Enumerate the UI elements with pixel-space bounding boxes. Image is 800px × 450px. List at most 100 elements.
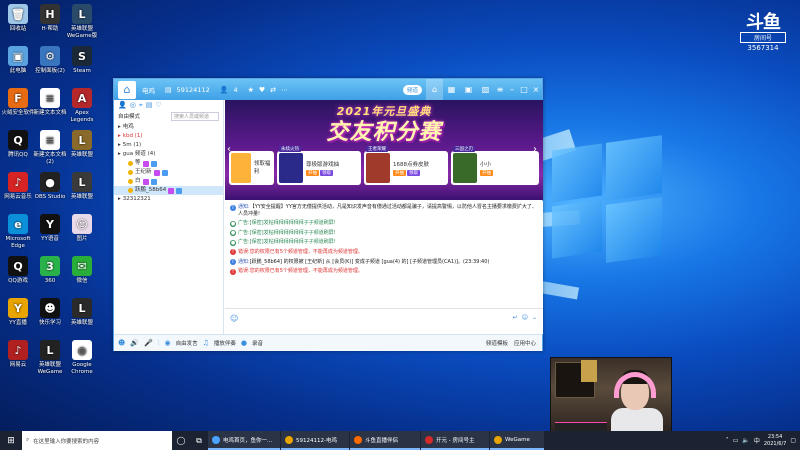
tray-up-icon[interactable]: ˄: [726, 437, 729, 444]
tree-item[interactable]: ▸ 32312321: [114, 195, 223, 204]
card-button-primary[interactable]: 开抽: [393, 170, 406, 176]
heart-outline-icon[interactable]: ♡: [155, 101, 161, 109]
desktop-icon[interactable]: ☻ 快乐学习: [32, 298, 68, 327]
taskbar-app[interactable]: WeGame: [490, 431, 544, 450]
desktop-icon[interactable]: ✉ 微信: [64, 256, 100, 285]
task-view-icon[interactable]: ◯: [172, 431, 190, 450]
desktop-icon[interactable]: A Apex Legends: [64, 88, 100, 124]
emoji-picker-icon[interactable]: ☺: [522, 314, 528, 321]
desktop-icon[interactable]: ≡ 新建文本文档(2): [32, 130, 68, 166]
desktop-icon[interactable]: L 英雄联盟: [64, 172, 100, 201]
expand-icon[interactable]: ▸: [118, 151, 121, 158]
grid-tab-icon[interactable]: ▧: [477, 79, 494, 100]
desktop-icon[interactable]: F 火绒安全软件: [0, 88, 36, 117]
clock[interactable]: 23:54 2021/6/7: [764, 434, 786, 448]
card-button-secondary[interactable]: 领取: [407, 170, 420, 176]
tree-search-input[interactable]: 搜索人员或频道: [171, 112, 219, 121]
star-icon[interactable]: ★: [248, 86, 254, 94]
desktop-icon[interactable]: ♪ 网易云: [0, 340, 36, 369]
notification-icon[interactable]: ▢: [790, 437, 796, 444]
channel-pill[interactable]: 频道: [402, 84, 422, 95]
network-icon[interactable]: ▭: [733, 437, 739, 444]
app-center-button[interactable]: 应用中心: [514, 339, 536, 347]
tree-item[interactable]: 白: [114, 177, 223, 186]
desktop-icon[interactable]: e Microsoft Edge: [0, 214, 36, 250]
desktop-icon[interactable]: H H·帮助: [32, 4, 68, 33]
desktop-icon[interactable]: ⚙ 控制面板(2): [32, 46, 68, 75]
taskbar-search[interactable]: ⌕ 在这里输入你要搜索的内容: [22, 431, 172, 450]
desktop-icon[interactable]: L 英雄联盟: [64, 130, 100, 159]
desktop-icon[interactable]: Y YY语音: [32, 214, 68, 243]
promo-card[interactable]: 三国之刃 小小 开抽: [451, 146, 539, 185]
broadcast-label[interactable]: 播放伴奏: [214, 339, 236, 347]
promo-card[interactable]: 领取福利: [229, 151, 274, 185]
start-button[interactable]: ⊞: [0, 431, 22, 450]
tree-item[interactable]: ▸ kbd (1): [114, 132, 223, 141]
group-icon[interactable]: ◎: [130, 101, 136, 109]
avatar-icon[interactable]: ☻: [118, 339, 125, 347]
expand-icon[interactable]: ▸: [118, 142, 121, 149]
apps-tab-icon[interactable]: ▣: [460, 79, 477, 100]
desktop-icon[interactable]: 3 360: [32, 256, 68, 285]
desktop-icon[interactable]: ♪ 网易云音乐: [0, 172, 36, 201]
mode-select[interactable]: 自由模式: [118, 112, 140, 121]
emoji-icon[interactable]: ☺: [230, 314, 238, 323]
gift-tab-icon[interactable]: ▦: [443, 79, 460, 100]
more-icon[interactable]: ⋯: [281, 86, 288, 94]
taskbar-app[interactable]: 斗鱼直播伴侣: [350, 431, 420, 450]
taskbar-app[interactable]: 电鸡首页，鱼你一...: [208, 431, 280, 450]
minimize-icon[interactable]: –: [506, 85, 518, 94]
taskbar-app[interactable]: 开元 - 房间号主: [421, 431, 489, 450]
desktop-icon[interactable]: ◉ Google Chrome: [64, 340, 100, 376]
dropdown-icon[interactable]: ⌄: [532, 314, 537, 321]
menu-icon[interactable]: ≡: [494, 85, 506, 94]
close-icon[interactable]: ×: [530, 85, 542, 94]
expand-icon[interactable]: ▸: [118, 133, 121, 140]
send-icon[interactable]: ↵: [513, 314, 518, 321]
home-icon[interactable]: ⌂: [118, 80, 136, 99]
mic-icon[interactable]: 🎤: [144, 339, 153, 347]
record-label[interactable]: 录音: [252, 339, 263, 347]
tree-item[interactable]: ▸ 电鸡: [114, 123, 223, 132]
speaker-icon[interactable]: 🔊: [130, 339, 139, 347]
volume-icon[interactable]: 🔈: [742, 437, 749, 444]
equalizer-icon[interactable]: ⫶: [158, 339, 160, 348]
expand-icon[interactable]: ▸: [118, 196, 121, 203]
desktop-icon[interactable]: L 英雄联盟WeGame: [32, 340, 68, 376]
home-tab-icon[interactable]: ⌂: [426, 79, 443, 100]
tree-item[interactable]: 王纪新: [114, 168, 223, 177]
tree-item[interactable]: ▸ gua 频道 (4): [114, 150, 223, 159]
multitask-icon[interactable]: ⧉: [190, 431, 208, 450]
desktop-icon[interactable]: ☺ 图片: [64, 214, 100, 243]
person-icon[interactable]: 👤: [118, 101, 127, 109]
chat-input-bar[interactable]: ☺ ↵ ☺ ⌄: [225, 308, 543, 334]
promo-card[interactable]: 永续火热 尊极版游戏抽 开抽 领取: [277, 146, 361, 185]
desktop-icon[interactable]: S Steam: [64, 46, 100, 75]
speak-mode-label[interactable]: 自由发言: [176, 339, 198, 347]
ime-icon[interactable]: 中: [754, 436, 760, 445]
desktop-icon[interactable]: 🗑 回收站: [0, 4, 36, 33]
desktop-icon[interactable]: ▣ 此电脑: [0, 46, 36, 75]
desktop-icon[interactable]: L 英雄联盟: [64, 298, 100, 327]
channel-template-button[interactable]: 频道模板: [486, 339, 508, 347]
desktop-icon[interactable]: Y YY直播: [0, 298, 36, 327]
desktop-icon[interactable]: Q QQ游戏: [0, 256, 36, 285]
tree-item[interactable]: 等: [114, 159, 223, 168]
card-button-primary[interactable]: 开抽: [306, 170, 319, 176]
tree-item[interactable]: ▸ 5m (1): [114, 141, 223, 150]
event-banner[interactable]: 2021年元旦盛典 交友积分赛 ‹ › 领取福利 永续火热 尊极版游戏抽 开抽 领取 王者…: [225, 100, 543, 200]
heart-icon[interactable]: ♥: [259, 86, 265, 94]
desktop-icon[interactable]: ≡ 新建文本文档: [32, 88, 68, 117]
card-button-primary[interactable]: 开抽: [480, 170, 493, 176]
taskbar-app[interactable]: 59124112-电鸡: [281, 431, 349, 450]
location-icon[interactable]: ⌖: [139, 101, 143, 109]
maximize-icon[interactable]: □: [518, 85, 530, 94]
tree-item[interactable]: 跃鹏_58b64: [114, 186, 223, 195]
promo-card[interactable]: 王者荣耀 1688点券皮肤 开抽 领取: [364, 146, 448, 185]
folder-icon[interactable]: ▤: [146, 101, 153, 109]
desktop-icon[interactable]: L 英雄联盟WeGame版: [64, 4, 100, 40]
card-button-secondary[interactable]: 领取: [320, 170, 333, 176]
desktop-icon[interactable]: ● OBS Studio: [32, 172, 68, 201]
share-icon[interactable]: ⇄: [270, 86, 276, 94]
desktop-icon[interactable]: Q 腾讯QQ: [0, 130, 36, 159]
